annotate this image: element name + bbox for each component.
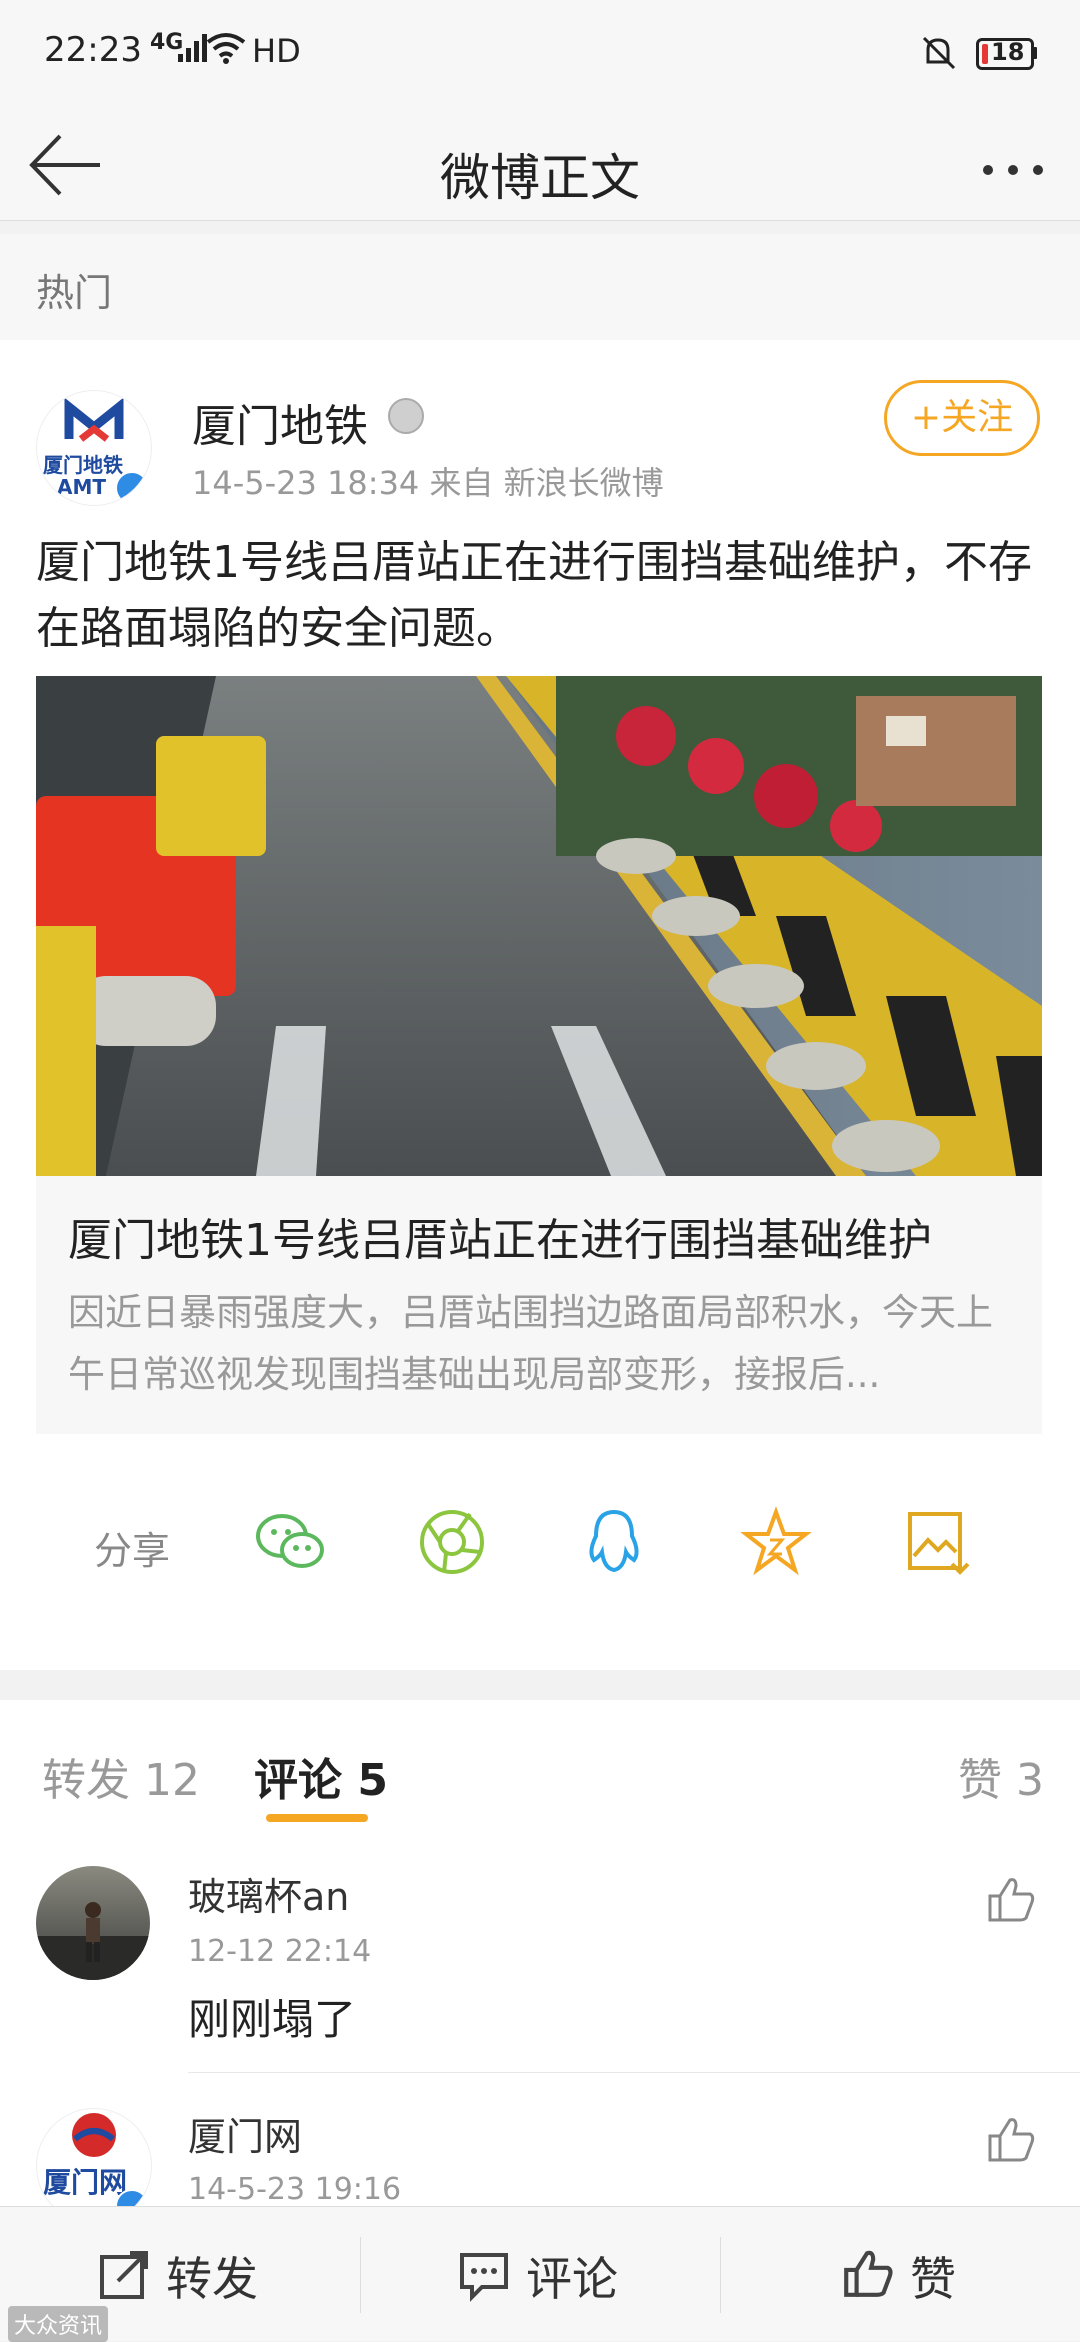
- post-image[interactable]: [36, 676, 1042, 1176]
- comment-time: 14-5-23 19:16: [188, 2172, 402, 2207]
- medal-icon: [388, 398, 424, 434]
- wechat-icon[interactable]: [254, 1506, 326, 1578]
- share-label: 分享: [94, 1529, 171, 1573]
- follow-button[interactable]: +关注: [884, 380, 1040, 456]
- tab-repost[interactable]: 转发 12: [42, 1744, 200, 1808]
- verified-badge-icon: [115, 471, 149, 505]
- comment-icon[interactable]: [456, 2247, 512, 2303]
- avatar-sub: AMT: [57, 475, 107, 499]
- commenter-avatar[interactable]: [36, 1866, 150, 1980]
- battery-icon: 18: [976, 38, 1034, 70]
- comment-tabs: 转发 12 评论 5 赞 3: [0, 1700, 1080, 1837]
- page-title: 微博正文: [440, 149, 640, 207]
- moments-icon[interactable]: [416, 1506, 488, 1578]
- comment-like-icon[interactable]: [984, 1872, 1038, 1926]
- comment-text: 刚刚塌了: [188, 1995, 357, 2044]
- post-card: 厦门地铁 AMT 厦门地铁 14-5-23 18:34 来自 新浪长微博 +关注…: [0, 340, 1080, 1670]
- comment-time: 12-12 22:14: [188, 1934, 372, 1969]
- avatar-text: 厦门网: [43, 2166, 128, 2199]
- comment-list: 玻璃杯an 12-12 22:14 刚刚塌了 厦门网 厦门网 14-5-23 1…: [0, 1836, 1080, 2224]
- bottom-action-bar: 转发 评论 赞: [0, 2206, 1080, 2341]
- commenter-name[interactable]: 玻璃杯an: [188, 1866, 349, 1921]
- more-icon[interactable]: [978, 130, 1048, 200]
- comment-button[interactable]: 评论: [526, 2243, 618, 2309]
- article-card[interactable]: 厦门地铁1号线吕厝站正在进行围挡基础维护 因近日暴雨强度大，吕厝站围挡边路面局部…: [36, 1176, 1042, 1434]
- article-title: 厦门地铁1号线吕厝站正在进行围挡基础维护: [68, 1215, 932, 1266]
- section-label: 热门: [36, 271, 113, 315]
- divider: [720, 2237, 721, 2313]
- signal-icon: [178, 34, 207, 62]
- section-bar: 热门: [0, 234, 1080, 341]
- save-image-icon[interactable]: [902, 1506, 974, 1578]
- article-desc: 因近日暴雨强度大，吕厝站围挡边路面局部积水，今天上午日常巡视发现围挡基础出现局部…: [68, 1291, 993, 1396]
- mute-icon: [922, 36, 956, 70]
- comment-item: 厦门网 厦门网 14-5-23 19:16: [0, 2072, 1080, 2224]
- comment-like-icon[interactable]: [984, 2112, 1038, 2166]
- divider: [360, 2237, 361, 2313]
- avatar-text: 厦门地铁: [43, 453, 123, 477]
- status-time: 22:23: [44, 30, 142, 70]
- person-photo-icon: [36, 1902, 150, 1980]
- repost-button[interactable]: 转发: [166, 2243, 258, 2309]
- author-avatar[interactable]: 厦门地铁 AMT: [36, 390, 152, 506]
- star-icon[interactable]: [740, 1506, 812, 1578]
- like-button[interactable]: 赞: [910, 2243, 956, 2309]
- post-text: 厦门地铁1号线吕厝站正在进行围挡基础维护，不存在路面塌陷的安全问题。: [36, 537, 1032, 654]
- tab-like[interactable]: 赞 3: [958, 1744, 1044, 1808]
- hd-indicator: HD: [252, 32, 301, 70]
- repost-icon[interactable]: [96, 2247, 152, 2303]
- comment-item: 玻璃杯an 12-12 22:14 刚刚塌了: [0, 1836, 1080, 2073]
- commenter-name[interactable]: 厦门网: [188, 2106, 302, 2161]
- like-icon[interactable]: [840, 2245, 896, 2301]
- watermark: 大众资讯: [8, 2306, 109, 2342]
- nav-bar: 微博正文: [0, 110, 1080, 221]
- qq-icon[interactable]: [578, 1506, 650, 1578]
- post-meta: 14-5-23 18:34 来自 新浪长微博: [192, 464, 664, 502]
- battery-level: [982, 44, 988, 64]
- battery-percent: 18: [991, 38, 1025, 66]
- wifi-icon: [206, 33, 246, 64]
- author-name[interactable]: 厦门地铁: [192, 390, 368, 454]
- tab-active-indicator: [266, 1814, 368, 1822]
- battery-tip: [1032, 47, 1037, 59]
- tab-comment[interactable]: 评论 5: [254, 1744, 388, 1808]
- status-bar: 22:23 4G HD 18: [0, 0, 1080, 110]
